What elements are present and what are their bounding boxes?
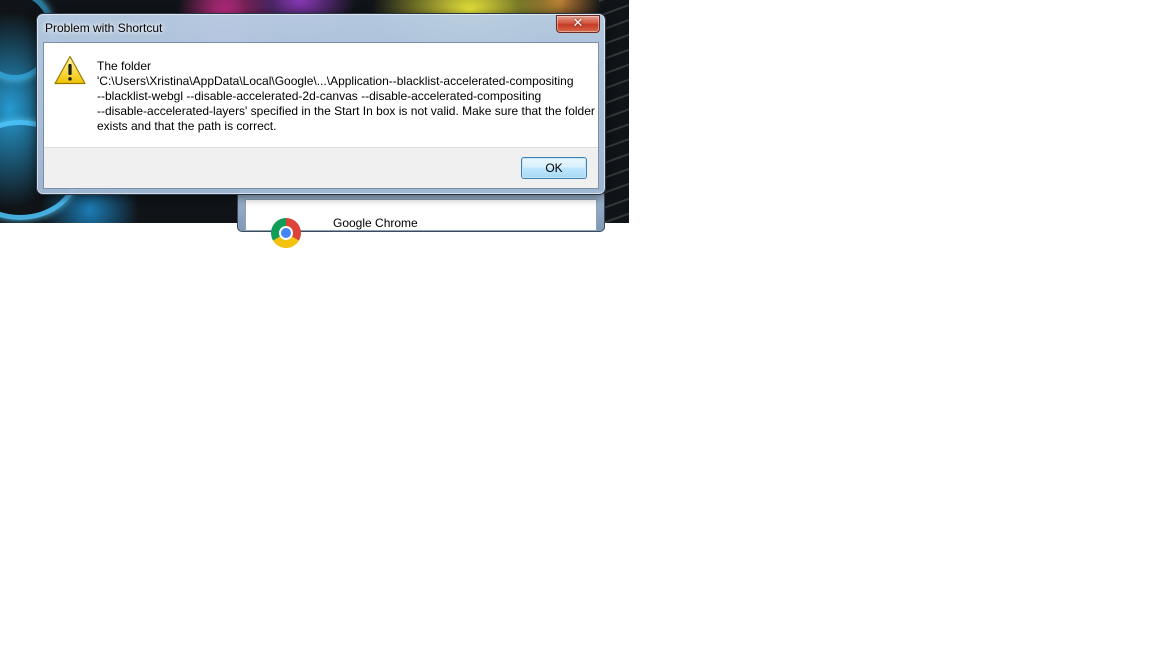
- message-line: 'C:\Users\Xristina\AppData\Local\Google\…: [97, 74, 574, 88]
- message-line: --blacklist-webgl --disable-accelerated-…: [97, 89, 542, 103]
- background-app-label[interactable]: Google Chrome: [333, 216, 418, 230]
- dialog-body: The folder 'C:\Users\Xristina\AppData\Lo…: [43, 42, 599, 189]
- ok-button[interactable]: OK: [521, 157, 587, 179]
- dialog-button-bar: OK: [44, 147, 598, 188]
- close-button[interactable]: ✕: [556, 15, 600, 33]
- error-message: The folder 'C:\Users\Xristina\AppData\Lo…: [97, 59, 595, 134]
- problem-with-shortcut-dialog: Problem with Shortcut ✕ The folder 'C:\U…: [36, 13, 606, 195]
- message-line: exists and that the path is correct.: [97, 119, 277, 133]
- background-window[interactable]: Google Chrome: [237, 190, 605, 248]
- background-window-content: Google Chrome: [245, 199, 597, 248]
- chrome-icon[interactable]: [271, 218, 301, 248]
- message-line: --disable-accelerated-layers' specified …: [97, 104, 595, 118]
- dialog-title: Problem with Shortcut: [45, 21, 163, 35]
- message-line: The folder: [97, 59, 152, 73]
- close-icon: ✕: [572, 16, 584, 31]
- warning-icon: [54, 55, 86, 85]
